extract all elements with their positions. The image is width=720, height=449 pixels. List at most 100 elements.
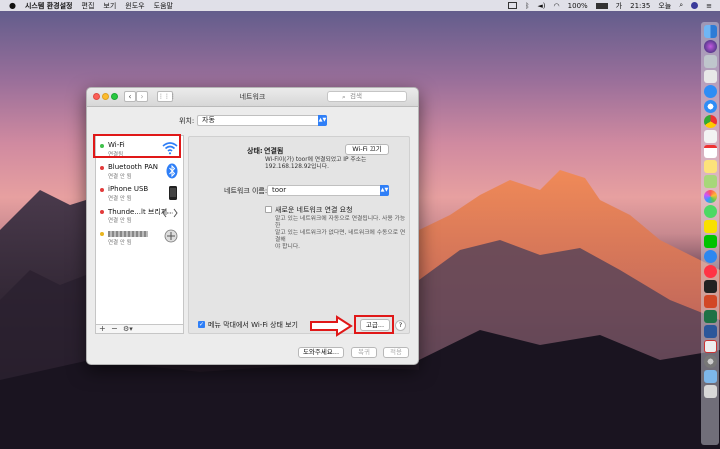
apply-button[interactable]: 적용 [383,347,409,358]
wifi-status-icon[interactable]: ◠ [554,2,560,10]
vpn-icon [164,229,178,243]
maps-icon[interactable] [703,175,717,188]
gear-menu-icon[interactable]: ⚙▾ [123,325,133,333]
service-list-controls: + − ⚙▾ [95,324,184,334]
service-status: 연결 안 됨 [108,218,132,224]
service-status: 연결 안 됨 [108,240,132,246]
notification-center-icon[interactable]: ≡ [706,2,712,10]
status-dot [100,166,104,170]
photos-icon[interactable] [703,190,717,203]
service-name: iPhone USB [108,185,149,193]
service-name: Bluetooth PAN [108,163,159,171]
location-row: 위치: 자동 ▲▼ [87,115,418,127]
service-name-redacted [108,231,148,237]
service-status: 연결 안 됨 [108,174,132,180]
annotation-highlight-advanced [354,315,394,334]
calendar-icon[interactable] [703,145,717,158]
pdf-icon[interactable] [703,340,717,353]
add-service-button[interactable]: + [99,325,106,333]
ask-join-description: 알고 있는 네트워크에 자동으로 연결됩니다. 사용 가능한 알고 있는 네트워… [275,216,407,251]
wifi-off-button[interactable]: Wi-Fi 끄기 [345,144,389,155]
line-icon[interactable] [703,235,717,248]
launchpad-icon[interactable] [703,55,717,68]
status-desc-line2: 192.168.128.92입니다. [265,164,329,170]
input-source-icon[interactable]: 가 [616,1,622,11]
spotlight-icon[interactable]: ⌕ [679,1,683,10]
bluetooth-icon [166,163,178,179]
network-name-popup[interactable]: toor ▲▼ [267,185,389,196]
app-store-icon[interactable] [703,85,717,98]
status-dot [100,232,104,236]
revert-label: 복귀 [358,348,370,356]
battery-icon[interactable] [595,2,608,9]
popup-arrows-icon: ▲▼ [380,185,389,196]
menu-help[interactable]: 도움말 [154,1,173,11]
ask-join-label: 새로운 네트워크 연결 요청 [275,206,353,214]
location-value: 자동 [202,116,215,124]
status-desc-line1: Wi-Fi이(가) toor에 연결되었고 IP 주소는 [265,157,367,163]
status-label: 상태: [247,147,263,155]
status-value: 연결됨 [264,147,284,155]
notes-icon[interactable] [703,160,717,173]
search-placeholder: 검색 [350,92,362,100]
menu-window[interactable]: 윈도우 [125,1,144,11]
trash-icon[interactable] [703,385,717,398]
location-popup[interactable]: 자동 ▲▼ [197,115,327,126]
kakaotalk-icon[interactable] [703,220,717,233]
dock [701,22,719,445]
status-dot [100,188,104,192]
powerpoint-icon[interactable] [703,295,717,308]
ask-join-desc-line1: 알고 있는 네트워크에 자동으로 연결됩니다. 사용 가능한 [275,216,406,229]
facebook-messenger-icon[interactable] [703,250,717,263]
service-iphone-usb[interactable]: iPhone USB 연결 안 됨 [96,182,183,204]
ask-join-checkbox[interactable] [265,206,272,213]
title-bar[interactable]: ‹ › ⋮⋮⋮ 네트워크 ⌕ 검색 [87,88,418,107]
app-menu[interactable]: 시스템 환경설정 [25,1,73,11]
excel-icon[interactable] [703,310,717,323]
assist-me-label: 도와주세요... [302,348,340,356]
iphone-icon [169,186,177,200]
clock[interactable]: 21:35 [630,2,650,10]
help-button[interactable]: ? [395,320,406,331]
menu-edit[interactable]: 편집 [82,1,95,11]
service-list: Wi-Fi 연결됨 Bluetooth PAN 연결 안 됨 iPhone US… [95,135,184,334]
service-bluetooth-pan[interactable]: Bluetooth PAN 연결 안 됨 [96,160,183,182]
display-mirroring-icon[interactable] [508,2,518,9]
service-vpn[interactable]: 연결 안 됨 [96,226,183,248]
thunderbolt-bridge-icon [162,208,178,218]
show-wifi-status-label: 메뉴 막대에서 Wi-Fi 상태 보기 [208,321,299,329]
finder-icon[interactable] [703,25,717,38]
itunes-icon[interactable] [703,265,717,278]
bluetooth-status-icon[interactable]: ᛒ [525,2,529,10]
safari-icon[interactable] [703,100,717,113]
network-name-label: 네트워크 이름: [224,187,268,195]
network-preferences-window: ‹ › ⋮⋮⋮ 네트워크 ⌕ 검색 위치: 자동 ▲▼ Wi-Fi 연결됨 Bl… [86,87,419,365]
apply-label: 적용 [390,348,402,356]
location-label: 위치: [179,117,195,125]
user-name[interactable]: 오늘 [658,1,671,11]
siri-dock-icon[interactable] [703,40,717,53]
mail-icon[interactable] [703,130,717,143]
menu-view[interactable]: 보기 [103,1,116,11]
show-wifi-status-checkbox[interactable]: ✓ [198,321,205,328]
siri-icon[interactable] [691,2,699,9]
status-dot [100,210,104,214]
service-thunderbolt-bridge[interactable]: Thunde...lt 브리지 연결 안 됨 [96,204,183,226]
apple-menu-icon[interactable]: ● [9,1,16,10]
chrome-icon[interactable] [703,115,717,128]
volume-icon[interactable]: ◄) [537,2,545,10]
terminal-icon[interactable] [703,280,717,293]
service-status: 연결 안 됨 [108,196,132,202]
search-field[interactable]: ⌕ 검색 [327,91,407,102]
system-preferences-icon[interactable] [703,355,717,368]
search-icon: ⌕ [342,93,346,101]
word-icon[interactable] [703,325,717,338]
network-name-value: toor [272,186,287,194]
messages-icon[interactable] [703,205,717,218]
help-label: ? [398,321,403,329]
downloads-folder-icon[interactable] [703,370,717,383]
assist-me-button[interactable]: 도와주세요... [298,347,344,358]
rocket-icon[interactable] [703,70,717,83]
revert-button[interactable]: 복귀 [351,347,377,358]
remove-service-button[interactable]: − [111,325,118,333]
